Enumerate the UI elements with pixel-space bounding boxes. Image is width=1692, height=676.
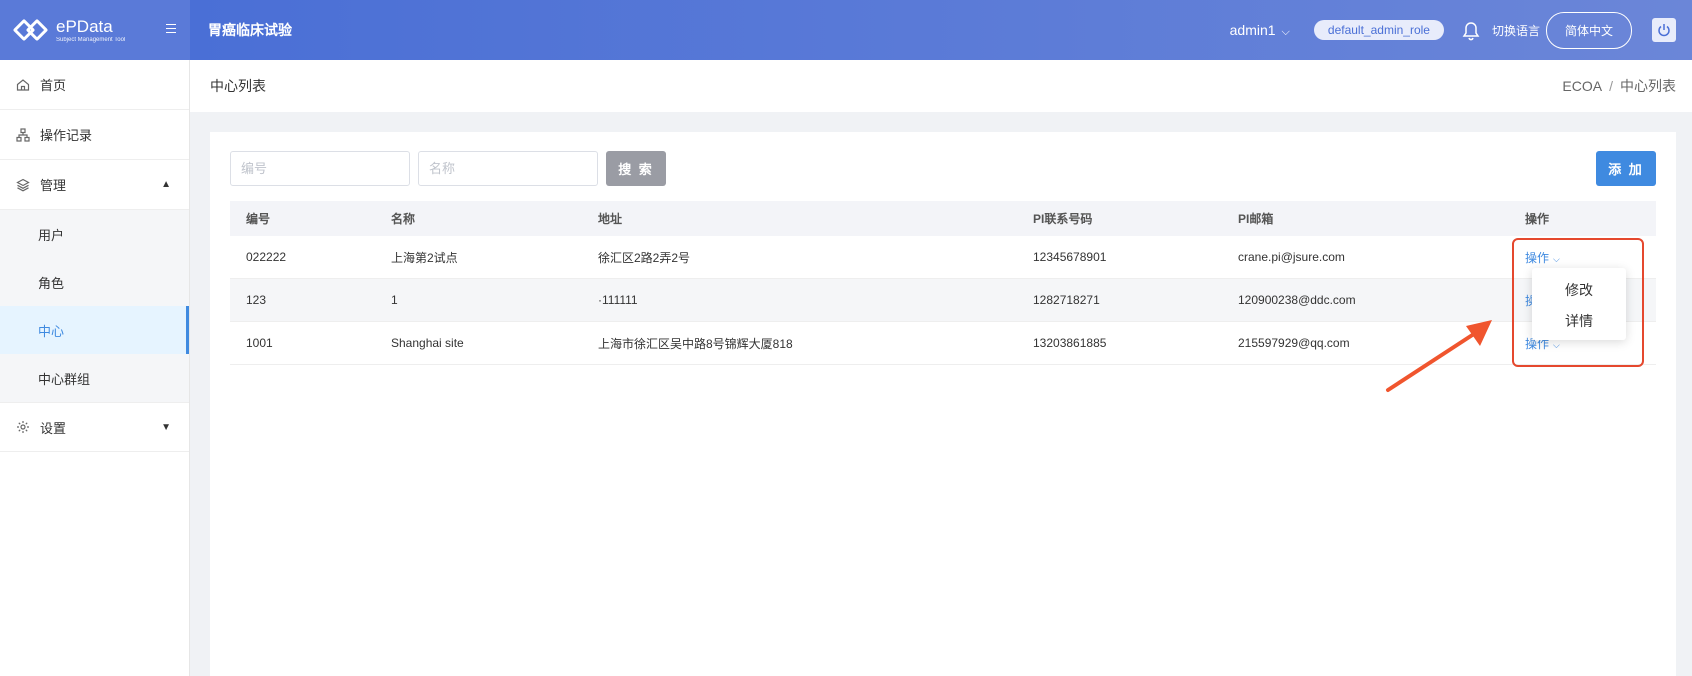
center-list-card: 搜 索 添 加 编号 名称 地址 PI联系号码 PI邮箱 操作 022222 上… — [210, 132, 1676, 676]
logo-tagline: Subject Management Tool — [56, 36, 126, 43]
top-header: ePData Subject Management Tool 胃癌临床试验 ad… — [0, 0, 1692, 60]
cell-code: 1001 — [246, 336, 273, 350]
sidebar-item-home[interactable]: 首页 — [0, 60, 189, 110]
breadcrumb-separator: / — [1609, 78, 1613, 94]
sidebar-item-operation-log[interactable]: 操作记录 — [0, 110, 189, 160]
layers-icon — [16, 178, 30, 192]
breadcrumb-item-current: 中心列表 — [1620, 78, 1676, 94]
cell-phone: 1282718271 — [1033, 293, 1100, 307]
cell-address: 上海市徐汇区吴中路8号锦辉大厦818 — [598, 336, 793, 351]
cell-address: ·111111 — [598, 293, 638, 307]
column-header: PI联系号码 — [1033, 212, 1093, 226]
cell-phone: 12345678901 — [1033, 250, 1107, 264]
cell-name: 1 — [391, 293, 398, 307]
sidebar-item-label: 管理 — [40, 178, 67, 193]
sidebar-item-management[interactable]: 管理 ▲ — [0, 160, 189, 210]
sidebar-item-center-groups[interactable]: 中心群组 — [0, 354, 189, 402]
management-submenu: 用户 角色 中心 中心群组 — [0, 210, 189, 402]
sidebar-item-label: 操作记录 — [40, 128, 93, 143]
table-header-row: 编号 名称 地址 PI联系号码 PI邮箱 操作 — [230, 201, 1656, 236]
user-menu[interactable]: admin1 ⌵ — [1230, 22, 1290, 39]
cell-name: Shanghai site — [391, 336, 464, 350]
sidebar-item-users[interactable]: 用户 — [0, 210, 189, 258]
cell-code: 022222 — [246, 250, 287, 264]
sitemap-icon — [16, 127, 30, 142]
logo-name: ePData — [56, 16, 113, 36]
role-badge: default_admin_role — [1313, 20, 1444, 40]
column-header: 编号 — [246, 212, 271, 226]
language-button[interactable]: 简体中文 — [1545, 11, 1632, 49]
code-input[interactable] — [230, 151, 410, 186]
cell-code: 123 — [246, 293, 267, 307]
breadcrumb-item-ecoa[interactable]: ECOA — [1562, 78, 1602, 94]
table-row: 022222 上海第2试点 徐汇区2路2弄2号 12345678901 cran… — [230, 236, 1656, 279]
sidebar-item-label: 首页 — [40, 78, 67, 93]
breadcrumb: ECOA / 中心列表 — [1562, 76, 1676, 96]
chevron-up-icon: ▲ — [161, 179, 171, 190]
column-header: 地址 — [598, 212, 623, 226]
brand-area: ePData Subject Management Tool — [0, 0, 190, 60]
annotation-highlight-box — [1512, 238, 1644, 367]
chevron-down-icon: ⌵ — [1281, 25, 1290, 38]
sidebar: 首页 操作记录 管理 ▲ 用户 角色 中心 中心群组 设置 ▼ — [0, 60, 190, 676]
home-icon — [16, 78, 30, 92]
gear-icon — [16, 420, 30, 434]
sidebar-item-label: 设置 — [40, 420, 67, 436]
column-header: 名称 — [391, 212, 416, 226]
user-name: admin1 — [1229, 21, 1276, 38]
cell-name: 上海第2试点 — [391, 250, 458, 265]
bell-icon[interactable] — [1462, 21, 1480, 41]
search-toolbar: 搜 索 — [230, 151, 666, 186]
annotation-arrow-icon — [1386, 320, 1492, 392]
menu-toggle-icon[interactable] — [166, 24, 176, 33]
page-header: 中心列表 ECOA / 中心列表 — [190, 60, 1692, 112]
logo-text: ePData Subject Management Tool — [56, 18, 125, 43]
sidebar-item-roles[interactable]: 角色 — [0, 258, 189, 306]
header-bar: 胃癌临床试验 admin1 ⌵ default_admin_role 切换语言 简… — [190, 0, 1692, 60]
switch-language-label: 切换语言 — [1491, 23, 1540, 38]
page-title: 中心列表 — [210, 78, 266, 94]
cell-address: 徐汇区2路2弄2号 — [598, 250, 691, 265]
add-button[interactable]: 添 加 — [1596, 151, 1656, 186]
cell-email: crane.pi@jsure.com — [1238, 250, 1345, 264]
trial-title: 胃癌临床试验 — [208, 22, 292, 38]
logo-icon — [12, 18, 50, 42]
cell-email: 120900238@ddc.com — [1238, 293, 1356, 307]
search-button[interactable]: 搜 索 — [606, 151, 666, 186]
column-header: 操作 — [1525, 212, 1550, 226]
power-icon[interactable] — [1652, 18, 1676, 42]
header-right: admin1 ⌵ default_admin_role 切换语言 简体中文 — [1230, 11, 1676, 49]
chevron-down-icon: ▼ — [161, 421, 171, 433]
column-header: PI邮箱 — [1238, 212, 1274, 226]
sidebar-item-settings[interactable]: 设置 ▼ — [0, 402, 189, 452]
name-input[interactable] — [418, 151, 598, 186]
sidebar-item-centers[interactable]: 中心 — [0, 306, 189, 354]
cell-phone: 13203861885 — [1033, 336, 1107, 350]
